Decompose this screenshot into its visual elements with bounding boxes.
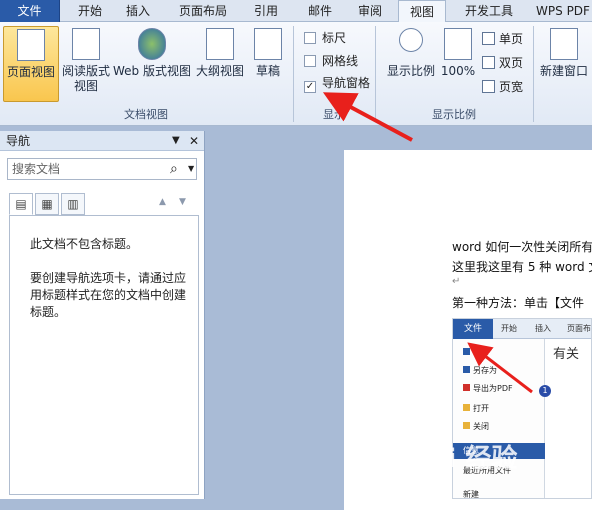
page-100-icon — [444, 28, 472, 60]
tab-references[interactable]: 引用 — [248, 0, 284, 22]
tab-wps-pdf[interactable]: WPS PDF — [532, 0, 592, 22]
web-layout-button[interactable]: Web 版式视图 — [112, 26, 192, 102]
ribbon: 页面视图 阅读版式 视图 Web 版式视图 大纲视图 草稿 文档视图 标尺 网格… — [0, 22, 592, 126]
magnifier-icon — [399, 28, 423, 52]
tab-mailings[interactable]: 邮件 — [302, 0, 338, 22]
page-view-icon — [17, 29, 45, 61]
previous-icon[interactable]: ▲ — [159, 197, 166, 207]
globe-icon — [138, 28, 166, 60]
two-pages-icon — [482, 56, 495, 69]
nav-pane-checkbox-box[interactable]: ✓ — [304, 81, 316, 93]
page-width-icon — [482, 80, 495, 93]
doc-line-3: 第一种方法：单击【文件 — [452, 296, 585, 310]
tab-review[interactable]: 审阅 — [352, 0, 388, 22]
no-headings-message: 此文档不包含标题。 — [30, 237, 139, 251]
close-icon[interactable]: ✕ — [189, 131, 199, 151]
draft-button[interactable]: 草稿 — [250, 26, 286, 102]
search-input[interactable]: 搜索文档 ⌕ ▼ — [7, 158, 197, 180]
page-width-button[interactable]: 页宽 — [482, 78, 523, 96]
embedded-file-menu: 保 另存为 导出为PDF 打开 关闭 信息 最近所用文件 新建 — [453, 339, 545, 498]
zoom-button[interactable]: 显示比例 — [382, 26, 440, 102]
nav-pane-title: 导航 — [6, 134, 31, 148]
tab-file[interactable]: 文件 — [0, 0, 60, 22]
print-layout-button[interactable]: 页面视图 — [3, 26, 59, 102]
group-label-show: 显示 — [323, 108, 345, 121]
ribbon-tab-bar: 文件 开始 插入 页面布局 引用 邮件 审阅 视图 开发工具 WPS PDF — [0, 0, 592, 23]
next-icon[interactable]: ▼ — [179, 197, 186, 207]
group-label-zoom: 显示比例 — [432, 108, 476, 121]
tab-insert[interactable]: 插入 — [118, 0, 158, 22]
doc-line-1: word 如何一次性关闭所有 — [452, 240, 592, 254]
nav-pane-tabs: ▤ ▦ ▥ ▲ ▼ — [9, 193, 199, 217]
embedded-tab-file: 文件 — [453, 319, 493, 339]
watermark: Bai 经验 — [410, 444, 518, 474]
embedded-tab-bar: 文件 开始 插入 页面布 — [453, 319, 591, 339]
ruler-checkbox[interactable]: 标尺 — [304, 29, 346, 47]
tab-results[interactable]: ▥ — [61, 193, 85, 215]
nav-pane-header: 导航 ▼ ✕ — [0, 131, 204, 151]
navigation-pane: 导航 ▼ ✕ 搜索文档 ⌕ ▼ ▤ ▦ ▥ ▲ ▼ 此文档不包含标题。 要创建导… — [0, 131, 205, 499]
tab-headings[interactable]: ▤ — [9, 193, 33, 215]
nav-pane-menu-icon[interactable]: ▼ — [172, 131, 180, 151]
nav-pane-checkbox[interactable]: ✓ 导航窗格 — [304, 74, 370, 93]
outline-button[interactable]: 大纲视图 — [194, 26, 246, 102]
group-divider — [533, 26, 534, 122]
draft-icon — [254, 28, 282, 60]
gridlines-checkbox[interactable]: 网格线 — [304, 52, 358, 70]
tab-pages[interactable]: ▦ — [35, 193, 59, 215]
one-page-icon — [482, 32, 495, 45]
new-window-button[interactable]: 新建窗口 — [536, 26, 592, 102]
reading-layout-button[interactable]: 阅读版式 视图 — [61, 26, 111, 102]
new-window-icon — [550, 28, 578, 60]
tab-developer[interactable]: 开发工具 — [458, 0, 520, 22]
tab-page-layout[interactable]: 页面布局 — [172, 0, 234, 22]
tab-home[interactable]: 开始 — [68, 0, 112, 22]
paragraph-mark-icon: ↵ — [452, 276, 461, 287]
two-pages-button[interactable]: 双页 — [482, 54, 523, 72]
zoom-100-button[interactable]: 100% — [440, 26, 476, 102]
search-icon[interactable]: ⌕ — [170, 159, 178, 179]
tab-view[interactable]: 视图 — [398, 0, 446, 23]
embedded-right-text: 有关 — [553, 347, 580, 362]
step-badge: 1 — [539, 385, 551, 397]
one-page-button[interactable]: 单页 — [482, 30, 523, 48]
nav-pane-body: 此文档不包含标题。 要创建导航选项卡，请通过应用标题样式在您的文档中创建标题。 — [9, 215, 199, 495]
gridlines-checkbox-box[interactable] — [304, 55, 316, 67]
doc-line-2: 这里我这里有 5 种 word 文 — [452, 260, 592, 274]
chevron-down-icon[interactable]: ▼ — [188, 159, 194, 179]
reading-view-icon — [72, 28, 100, 60]
ruler-checkbox-box[interactable] — [304, 32, 316, 44]
create-headings-hint: 要创建导航选项卡，请通过应用标题样式在您的文档中创建标题。 — [30, 271, 187, 319]
outline-icon — [206, 28, 234, 60]
group-label-doc-views: 文档视图 — [124, 108, 168, 121]
